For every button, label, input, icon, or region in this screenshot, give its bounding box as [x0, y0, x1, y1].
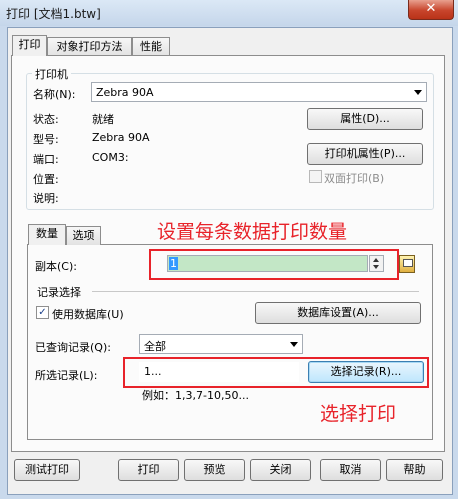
chevron-down-icon	[290, 342, 298, 347]
help-button[interactable]: 帮助	[386, 459, 443, 481]
cancel-button[interactable]: 取消	[320, 459, 381, 481]
title-bar: 打印 [文档1.btw] ✕	[0, 0, 458, 26]
duplex-checkbox[interactable]	[309, 170, 322, 183]
subtab-quantity[interactable]: 数量	[28, 224, 66, 245]
tab-performance[interactable]: 性能	[132, 37, 170, 56]
tab-print[interactable]: 打印	[12, 35, 47, 56]
window-close-button[interactable]: ✕	[408, 0, 454, 20]
printer-name-value: Zebra 90A	[96, 86, 154, 99]
copies-highlight	[149, 249, 399, 280]
printer-port-value: COM3:	[92, 151, 129, 164]
printer-status-label: 状态:	[33, 113, 59, 126]
printer-properties-button[interactable]: 打印机属性(P)...	[307, 143, 423, 165]
test-print-button[interactable]: 测试打印	[14, 459, 80, 481]
printer-port-label: 端口:	[33, 153, 59, 166]
records-separator	[92, 291, 419, 292]
chevron-down-icon	[414, 90, 422, 95]
selected-records-label: 所选记录(L):	[35, 369, 98, 382]
database-settings-button[interactable]: 数据库设置(A)...	[255, 302, 421, 324]
tab-object-print-method[interactable]: 对象打印方法	[47, 37, 132, 56]
printer-group-label: 打印机	[32, 66, 71, 82]
printer-comment-label: 说明:	[33, 192, 59, 205]
queried-records-value: 全部	[144, 340, 166, 353]
printer-location-label: 位置:	[33, 173, 59, 186]
dialog-icon	[403, 259, 413, 267]
printer-model-value: Zebra 90A	[92, 131, 150, 144]
duplex-label: 双面打印(B)	[324, 172, 385, 185]
queried-records-select[interactable]: 全部	[139, 334, 303, 354]
print-button[interactable]: 打印	[118, 459, 179, 481]
printer-model-label: 型号:	[33, 133, 59, 146]
queried-records-label: 已查询记录(Q):	[35, 341, 111, 354]
printer-name-select[interactable]: Zebra 90A	[91, 82, 427, 102]
copies-options-icon[interactable]	[399, 255, 415, 273]
use-database-checkbox[interactable]: ✓	[36, 306, 49, 319]
copies-annotation: 设置每条数据打印数量	[157, 221, 348, 243]
close-button[interactable]: 关闭	[250, 459, 311, 481]
records-example: 例如：1,3,7-10,50...	[142, 389, 249, 402]
preview-button[interactable]: 预览	[184, 459, 245, 481]
printer-status-value: 就绪	[92, 113, 114, 126]
properties-button[interactable]: 属性(D)...	[307, 108, 423, 130]
copies-label: 副本(C):	[35, 260, 77, 273]
use-database-label: 使用数据库(U)	[52, 308, 124, 321]
select-annotation: 选择打印	[320, 403, 397, 425]
select-records-highlight	[123, 357, 429, 388]
printer-name-label: 名称(N):	[33, 88, 76, 101]
subtab-options[interactable]: 选项	[66, 226, 101, 245]
records-group-label: 记录选择	[37, 286, 81, 299]
window-title: 打印 [文档1.btw]	[6, 7, 101, 21]
